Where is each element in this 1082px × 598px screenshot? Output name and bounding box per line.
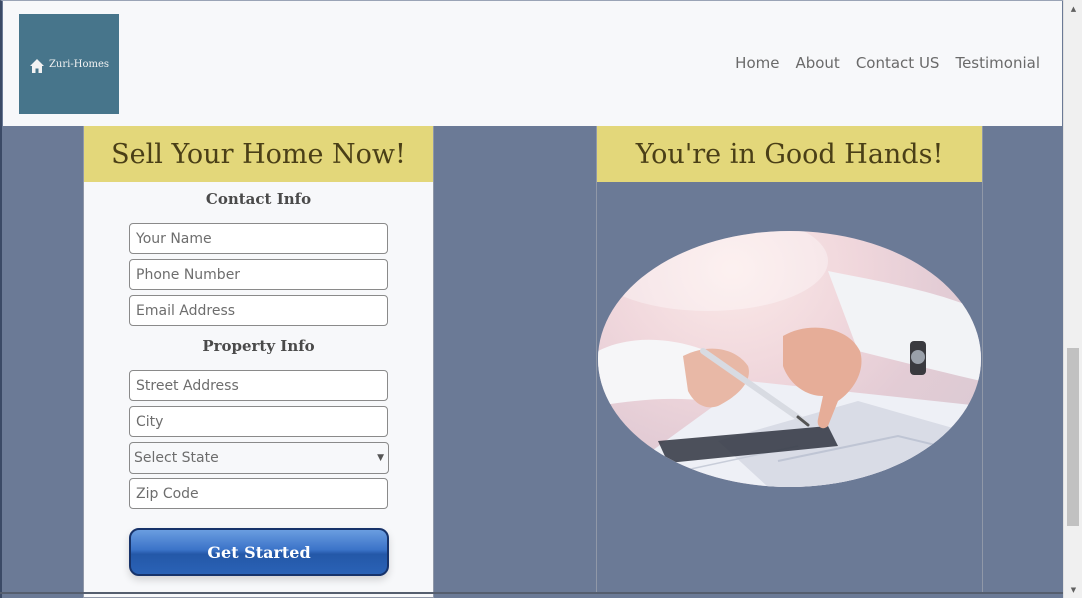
city-input[interactable] [129, 406, 388, 437]
state-select[interactable]: Select State ▼ [129, 442, 389, 474]
hands-signing-document-photo [598, 231, 981, 487]
bottom-divider [0, 592, 1063, 594]
phone-input[interactable] [129, 259, 388, 290]
image-panel-heading: You're in Good Hands! [597, 126, 982, 182]
nav-about-link[interactable]: About [795, 54, 839, 72]
main-nav: Home About Contact US Testimonial [735, 54, 1040, 72]
scrollbar-thumb[interactable] [1067, 348, 1079, 526]
home-icon [29, 58, 45, 74]
street-address-input[interactable] [129, 370, 388, 401]
email-input[interactable] [129, 295, 388, 326]
name-input[interactable] [129, 223, 388, 254]
scroll-down-arrow-icon[interactable]: ▼ [1064, 581, 1082, 598]
good-hands-panel: You're in Good Hands! [596, 126, 983, 594]
nav-contact-link[interactable]: Contact US [856, 54, 940, 72]
nav-testimonial-link[interactable]: Testimonial [955, 54, 1040, 72]
get-started-button[interactable]: Get Started [129, 528, 389, 576]
zip-code-input[interactable] [129, 478, 388, 509]
logo-text: Zuri-Homes [48, 58, 110, 70]
chevron-down-icon: ▼ [377, 453, 384, 463]
property-info-title: Property Info [202, 337, 315, 355]
state-select-value: Select State [134, 450, 219, 466]
page-scrollbar[interactable]: ▲ ▼ [1063, 0, 1082, 598]
form-panel-heading: Sell Your Home Now! [84, 126, 433, 182]
logo[interactable]: Zuri-Homes [19, 14, 119, 114]
site-header: Zuri-Homes Home About Contact US Testimo… [3, 1, 1062, 126]
contact-info-title: Contact Info [205, 190, 312, 208]
nav-home-link[interactable]: Home [735, 54, 779, 72]
scroll-up-arrow-icon[interactable]: ▲ [1064, 0, 1082, 17]
sell-home-form-panel: Sell Your Home Now! Contact Info Propert… [83, 126, 434, 598]
